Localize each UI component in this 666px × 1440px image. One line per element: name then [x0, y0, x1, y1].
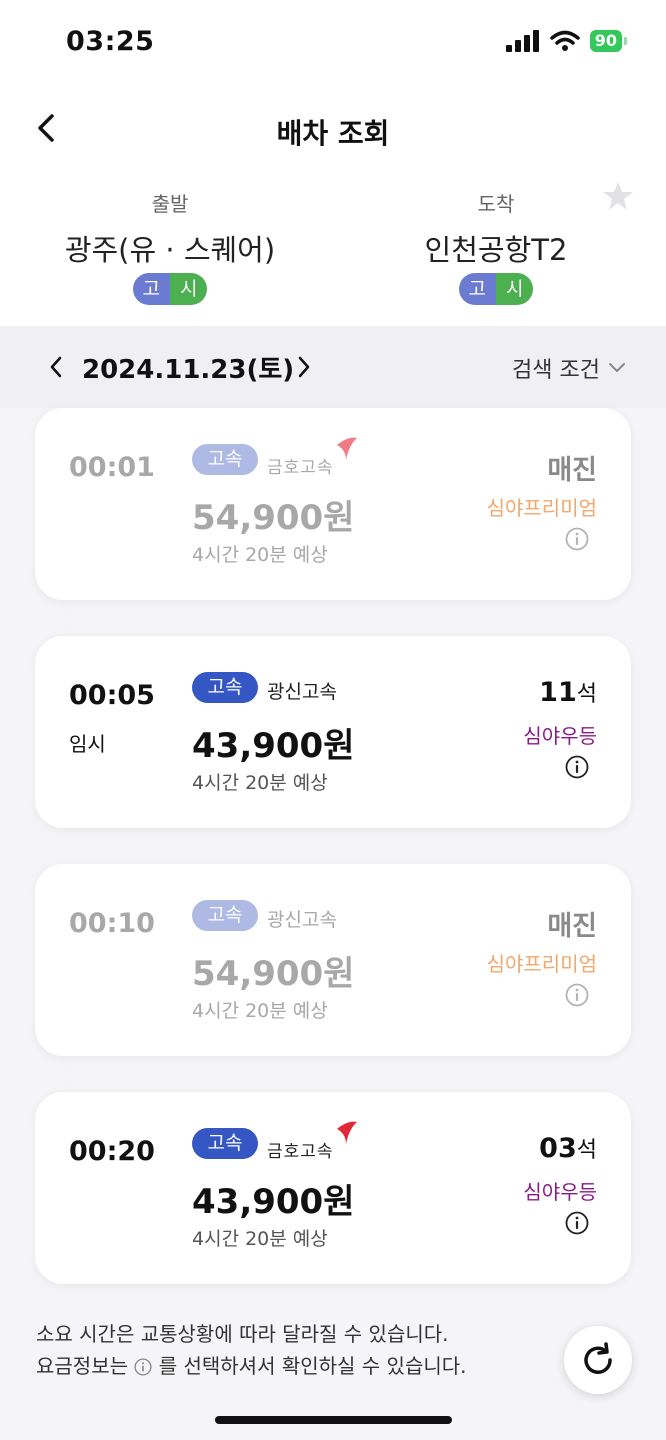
star-icon — [603, 182, 633, 210]
schedule-card[interactable]: 00:10 고속 광신고속 54,900원 4시간 20분 예상 매진 심야프리… — [35, 864, 631, 1056]
seat-availability: 매진 — [547, 448, 597, 487]
search-conditions-button[interactable]: 검색 조건 — [512, 352, 626, 384]
grade-badge-express: 고 — [132, 273, 170, 305]
info-icon[interactable] — [565, 983, 589, 1007]
estimated-duration: 4시간 20분 예상 — [192, 1228, 328, 1250]
fare: 54,900원 — [192, 498, 355, 538]
footer-note: 소요 시간은 교통상황에 따라 달라질 수 있습니다. 요금정보는 를 선택하셔… — [36, 1318, 467, 1382]
arrival-grade-badge: 고시 — [458, 273, 534, 305]
fare: 54,900원 — [192, 954, 355, 994]
bus-grade: 심야프리미엄 — [486, 496, 597, 520]
status-icons: 90 — [505, 30, 628, 52]
departure-label: 출발 — [151, 192, 189, 216]
info-icon[interactable] — [565, 1211, 589, 1235]
departure-grade-badge: 고시 — [132, 273, 208, 305]
favorite-button[interactable] — [602, 180, 634, 216]
footer-line-2: 요금정보는 를 선택하셔서 확인하실 수 있습니다. — [36, 1350, 467, 1382]
seat-count: 03 — [539, 1133, 577, 1164]
home-indicator — [215, 1416, 452, 1424]
departure-time: 00:01 — [69, 452, 155, 483]
seat-availability: 11석 — [539, 676, 597, 708]
signal-icon — [505, 30, 539, 52]
seat-unit: 석 — [576, 682, 597, 707]
schedule-card[interactable]: 00:01 고속 금호고속 54,900원 4시간 20분 예상 매진 심야프리… — [35, 408, 631, 600]
bus-company: 금호고속 — [267, 1142, 334, 1162]
chevron-down-icon — [609, 363, 625, 372]
refresh-button[interactable] — [564, 1326, 632, 1394]
seat-count: 11 — [539, 677, 577, 708]
info-icon — [134, 1358, 152, 1376]
bus-grade: 심야우등 — [523, 1180, 597, 1204]
refresh-icon — [584, 1342, 612, 1374]
next-date-button[interactable] — [292, 350, 316, 384]
chevron-left-icon — [50, 356, 62, 378]
departure-block[interactable]: 출발 광주(유 · 스퀘어) 고시 — [40, 188, 300, 305]
bus-company: 광신고속 — [267, 681, 337, 703]
arrival-label: 도착 — [477, 192, 515, 216]
info-icon[interactable] — [565, 527, 589, 551]
seat-unit: 석 — [576, 1138, 597, 1163]
estimated-duration: 4시간 20분 예상 — [192, 544, 328, 566]
express-tag: 고속 — [192, 1128, 258, 1159]
departure-time: 00:05 — [69, 680, 155, 711]
battery-indicator: 90 — [589, 30, 628, 52]
footer-line-2-start: 요금정보는 — [36, 1354, 128, 1378]
prev-date-button[interactable] — [44, 350, 68, 384]
seat-availability: 03석 — [539, 1132, 597, 1164]
grade-badge-intercity: 시 — [170, 273, 208, 305]
seat-count: 매진 — [547, 455, 597, 486]
kumho-logo-icon — [337, 437, 357, 460]
arrival-terminal: 인천공항T2 — [424, 233, 568, 267]
arrival-block[interactable]: 도착 인천공항T2 고시 — [366, 188, 626, 305]
kumho-logo-icon — [337, 1121, 357, 1144]
selected-date: 2024.11.23(토) — [82, 355, 295, 385]
chevron-right-icon — [298, 356, 310, 378]
temporary-label: 임시 — [69, 732, 106, 756]
estimated-duration: 4시간 20분 예상 — [192, 772, 328, 794]
wifi-icon — [549, 30, 580, 51]
search-conditions-label: 검색 조건 — [512, 358, 600, 383]
fare: 43,900원 — [192, 726, 355, 766]
bus-grade: 심야프리미엄 — [486, 952, 597, 976]
grade-badge-intercity: 시 — [496, 273, 534, 305]
express-tag: 고속 — [192, 672, 258, 703]
express-tag: 고속 — [192, 900, 258, 931]
seat-count: 매진 — [547, 911, 597, 942]
schedule-card[interactable]: 00:20 고속 금호고속 43,900원 4시간 20분 예상 03석 심야우… — [35, 1092, 631, 1284]
footer-line-2-end: 를 선택하셔서 확인하실 수 있습니다. — [158, 1354, 467, 1378]
bus-grade: 심야우등 — [523, 724, 597, 748]
bus-company: 금호고속 — [267, 458, 334, 478]
schedule-card[interactable]: 00:05 임시 고속 광신고속 43,900원 4시간 20분 예상 11석 … — [35, 636, 631, 828]
departure-time: 00:10 — [69, 908, 155, 939]
departure-time: 00:20 — [69, 1136, 155, 1167]
info-icon[interactable] — [565, 755, 589, 779]
grade-badge-express: 고 — [458, 273, 496, 305]
express-tag: 고속 — [192, 444, 258, 475]
bus-company: 광신고속 — [267, 909, 337, 931]
status-time: 03:25 — [66, 26, 155, 57]
seat-availability: 매진 — [547, 904, 597, 943]
estimated-duration: 4시간 20분 예상 — [192, 1000, 328, 1022]
fare: 43,900원 — [192, 1182, 355, 1222]
footer-line-1: 소요 시간은 교통상황에 따라 달라질 수 있습니다. — [36, 1322, 449, 1346]
departure-terminal: 광주(유 · 스퀘어) — [64, 233, 276, 267]
page-title: 배차 조회 — [276, 117, 390, 150]
